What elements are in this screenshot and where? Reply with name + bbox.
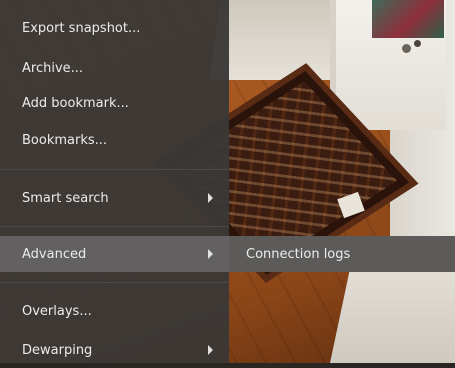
menu-item-add-bookmark[interactable]: Add bookmark... bbox=[0, 85, 229, 121]
menu-item-label: Add bookmark... bbox=[22, 95, 129, 111]
menu-item-connection-logs[interactable]: Connection logs bbox=[229, 236, 455, 272]
context-menu: Export snapshot... Archive... Add bookma… bbox=[0, 0, 229, 363]
menu-item-label: Archive... bbox=[22, 60, 84, 76]
menu-separator bbox=[0, 226, 229, 227]
menu-item-bookmarks[interactable]: Bookmarks... bbox=[0, 122, 229, 158]
menu-item-smart-search[interactable]: Smart search bbox=[0, 180, 229, 216]
menu-item-advanced[interactable]: Advanced bbox=[0, 236, 229, 272]
menu-item-label: Advanced bbox=[22, 246, 87, 262]
menu-item-label: Export snapshot... bbox=[22, 20, 141, 36]
menu-item-overlays[interactable]: Overlays... bbox=[0, 293, 229, 329]
menu-separator bbox=[0, 282, 229, 283]
submenu-arrow-icon bbox=[208, 193, 213, 203]
menu-item-export-snapshot[interactable]: Export snapshot... bbox=[0, 10, 229, 46]
advanced-submenu: Connection logs bbox=[229, 236, 455, 272]
menu-item-label: Dewarping bbox=[22, 342, 93, 358]
menu-item-label: Connection logs bbox=[246, 246, 351, 262]
submenu-arrow-icon bbox=[208, 345, 213, 355]
door-knob bbox=[402, 44, 411, 53]
menu-separator bbox=[0, 169, 229, 170]
submenu-arrow-icon bbox=[208, 249, 213, 259]
menu-item-archive[interactable]: Archive... bbox=[0, 50, 229, 86]
menu-item-label: Smart search bbox=[22, 190, 109, 206]
menu-item-label: Overlays... bbox=[22, 303, 92, 319]
stained-glass bbox=[372, 0, 444, 38]
door-lock bbox=[414, 40, 421, 47]
menu-item-label: Bookmarks... bbox=[22, 132, 108, 148]
